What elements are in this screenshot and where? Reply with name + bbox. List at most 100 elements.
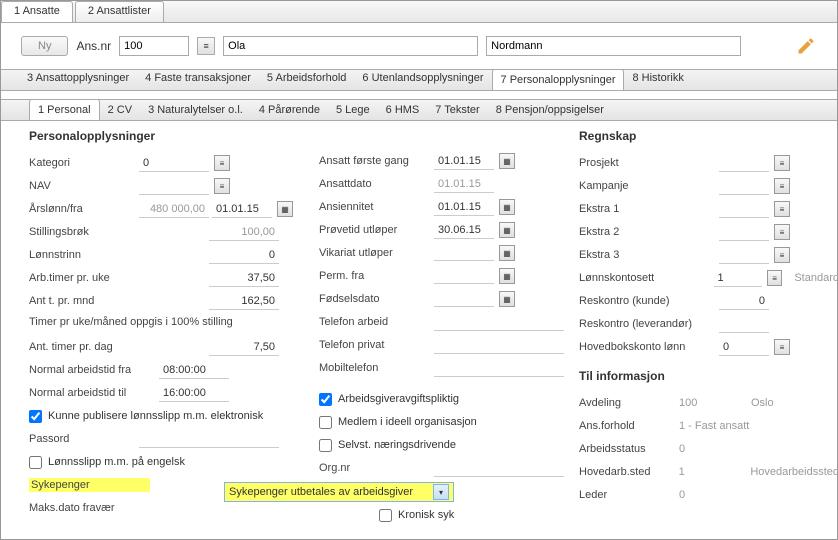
tlfpriv-value[interactable]	[434, 336, 564, 354]
anttimerdag-value[interactable]: 7,50	[209, 339, 279, 356]
stillingsbrok-value[interactable]: 100,00	[209, 224, 279, 241]
new-button[interactable]: Ny	[21, 36, 68, 56]
ansien-value[interactable]: 01.01.15	[434, 199, 494, 216]
list-icon[interactable]: ≡	[214, 178, 230, 194]
sykepenger-value: Sykepenger utbetales av arbeidsgiver	[229, 486, 413, 498]
calendar-icon[interactable]: ▦	[499, 245, 515, 261]
ekstra2-value[interactable]	[719, 223, 769, 241]
sykepenger-dropdown[interactable]: Sykepenger utbetales av arbeidsgiver ▾	[224, 482, 454, 502]
tab-ansattoppl[interactable]: 3 Ansattopplysninger	[19, 68, 137, 90]
content-area: Personalopplysninger Kategori0≡ NAV≡ Års…	[1, 121, 837, 536]
kampanje-value[interactable]	[719, 177, 769, 195]
avgift-checkbox[interactable]	[319, 393, 332, 406]
antt-value[interactable]: 162,50	[209, 293, 279, 310]
selvst-checkbox[interactable]	[319, 439, 332, 452]
vikariat-label: Vikariat utløper	[319, 247, 434, 259]
arbtimer-value[interactable]: 37,50	[209, 270, 279, 287]
stillingsbrok-label: Stillingsbrøk	[29, 226, 139, 238]
list-icon[interactable]: ≡	[774, 247, 790, 263]
orgnr-value[interactable]	[434, 459, 564, 477]
calendar-icon[interactable]: ▦	[499, 222, 515, 238]
sykepenger-label: Sykepenger	[29, 478, 150, 492]
ekstra1-value[interactable]	[719, 200, 769, 218]
lonnskonto-value[interactable]: 1	[714, 270, 762, 287]
ideell-checkbox[interactable]	[319, 416, 332, 429]
column-mid: Ansatt første gang01.01.15▦ Ansattdato01…	[319, 129, 579, 528]
permfra-value[interactable]	[434, 268, 494, 284]
kronisk-checkbox[interactable]	[379, 509, 392, 522]
antt-label: Ant t. pr. mnd	[29, 295, 139, 307]
calendar-icon[interactable]: ▦	[499, 291, 515, 307]
hovedbok-value[interactable]: 0	[719, 339, 769, 356]
ansatt1-value[interactable]: 01.01.15	[434, 153, 494, 170]
tab-historikk[interactable]: 8 Historikk	[624, 68, 691, 90]
arslonn-value[interactable]: 480 000,00	[139, 201, 209, 218]
maksdato-label: Maks.dato fravær	[29, 502, 139, 514]
list-icon[interactable]: ≡	[197, 37, 215, 55]
provetid-value[interactable]: 30.06.15	[434, 222, 494, 239]
nav-value[interactable]	[139, 177, 209, 195]
kategori-value[interactable]: 0	[139, 155, 209, 172]
avdeling-status: Oslo	[751, 397, 774, 409]
pencil-icon[interactable]	[795, 35, 817, 57]
arbfra-value[interactable]: 08:00:00	[159, 362, 229, 379]
calendar-icon[interactable]: ▦	[499, 199, 515, 215]
lastname-input[interactable]	[486, 36, 741, 56]
tab-hms[interactable]: 6 HMS	[378, 100, 428, 120]
tab-lege[interactable]: 5 Lege	[328, 100, 378, 120]
tab-ansattlister[interactable]: 2 Ansattlister	[75, 1, 164, 22]
ekstra2-label: Ekstra 2	[579, 226, 719, 238]
passord-value[interactable]	[139, 430, 279, 448]
arbtil-label: Normal arbeidstid til	[29, 387, 159, 399]
tab-pensjon[interactable]: 8 Pensjon/oppsigelser	[488, 100, 612, 120]
prosjekt-value[interactable]	[719, 154, 769, 172]
section-tilinfo-title: Til informasjon	[579, 369, 838, 383]
ansattdato-value[interactable]: 01.01.15	[434, 176, 494, 193]
vikariat-value[interactable]	[434, 245, 494, 261]
tab-faste[interactable]: 4 Faste transaksjoner	[137, 68, 259, 90]
nav-label: NAV	[29, 180, 139, 192]
list-icon[interactable]: ≡	[774, 178, 790, 194]
list-icon[interactable]: ≡	[774, 339, 790, 355]
chevron-down-icon: ▾	[433, 484, 449, 500]
list-icon[interactable]: ≡	[214, 155, 230, 171]
list-icon[interactable]: ≡	[774, 155, 790, 171]
ansattdato-label: Ansattdato	[319, 178, 434, 190]
section-personal-title: Personalopplysninger	[29, 129, 319, 143]
engelsk-checkbox[interactable]	[29, 456, 42, 469]
section-regnskap-title: Regnskap	[579, 129, 838, 143]
column-left: Personalopplysninger Kategori0≡ NAV≡ Års…	[29, 129, 319, 528]
arbtil-value[interactable]: 16:00:00	[159, 385, 229, 402]
ekstra3-value[interactable]	[719, 246, 769, 264]
calendar-icon[interactable]: ▦	[499, 153, 515, 169]
reslever-value[interactable]	[719, 315, 769, 333]
ansnr-input[interactable]	[119, 36, 189, 56]
calendar-icon[interactable]: ▦	[499, 268, 515, 284]
tab-personaloppl[interactable]: 7 Personalopplysninger	[492, 69, 625, 90]
publisere-checkbox[interactable]	[29, 410, 42, 423]
fodsel-value[interactable]	[434, 291, 494, 307]
tab-ansatte[interactable]: 1 Ansatte	[1, 1, 73, 22]
tab-parorende[interactable]: 4 Pårørende	[251, 100, 328, 120]
provetid-label: Prøvetid utløper	[319, 224, 434, 236]
lonnstrinn-value[interactable]: 0	[209, 247, 279, 264]
firstname-input[interactable]	[223, 36, 478, 56]
calendar-icon[interactable]: ▦	[277, 201, 293, 217]
tab-personal[interactable]: 1 Personal	[29, 99, 100, 120]
tab-cv[interactable]: 2 CV	[100, 100, 140, 120]
list-icon[interactable]: ≡	[774, 201, 790, 217]
prosjekt-label: Prosjekt	[579, 157, 719, 169]
tab-arbeidsforhold[interactable]: 5 Arbeidsforhold	[259, 68, 355, 90]
list-icon[interactable]: ≡	[774, 224, 790, 240]
tlfarb-value[interactable]	[434, 313, 564, 331]
list-icon[interactable]: ≡	[767, 270, 782, 286]
app-window: 1 Ansatte 2 Ansattlister Ny Ans.nr ≡ 3 A…	[0, 0, 838, 540]
reskunde-value[interactable]: 0	[719, 293, 769, 310]
mobil-value[interactable]	[434, 359, 564, 377]
permfra-label: Perm. fra	[319, 270, 434, 282]
arslonn-date[interactable]: 01.01.15	[212, 201, 272, 218]
tab-natural[interactable]: 3 Naturalytelser o.l.	[140, 100, 251, 120]
column-right: Regnskap Prosjekt≡ Kampanje≡ Ekstra 1≡ E…	[579, 129, 838, 528]
tab-tekster[interactable]: 7 Tekster	[427, 100, 487, 120]
tab-utenlands[interactable]: 6 Utenlandsopplysninger	[354, 68, 491, 90]
